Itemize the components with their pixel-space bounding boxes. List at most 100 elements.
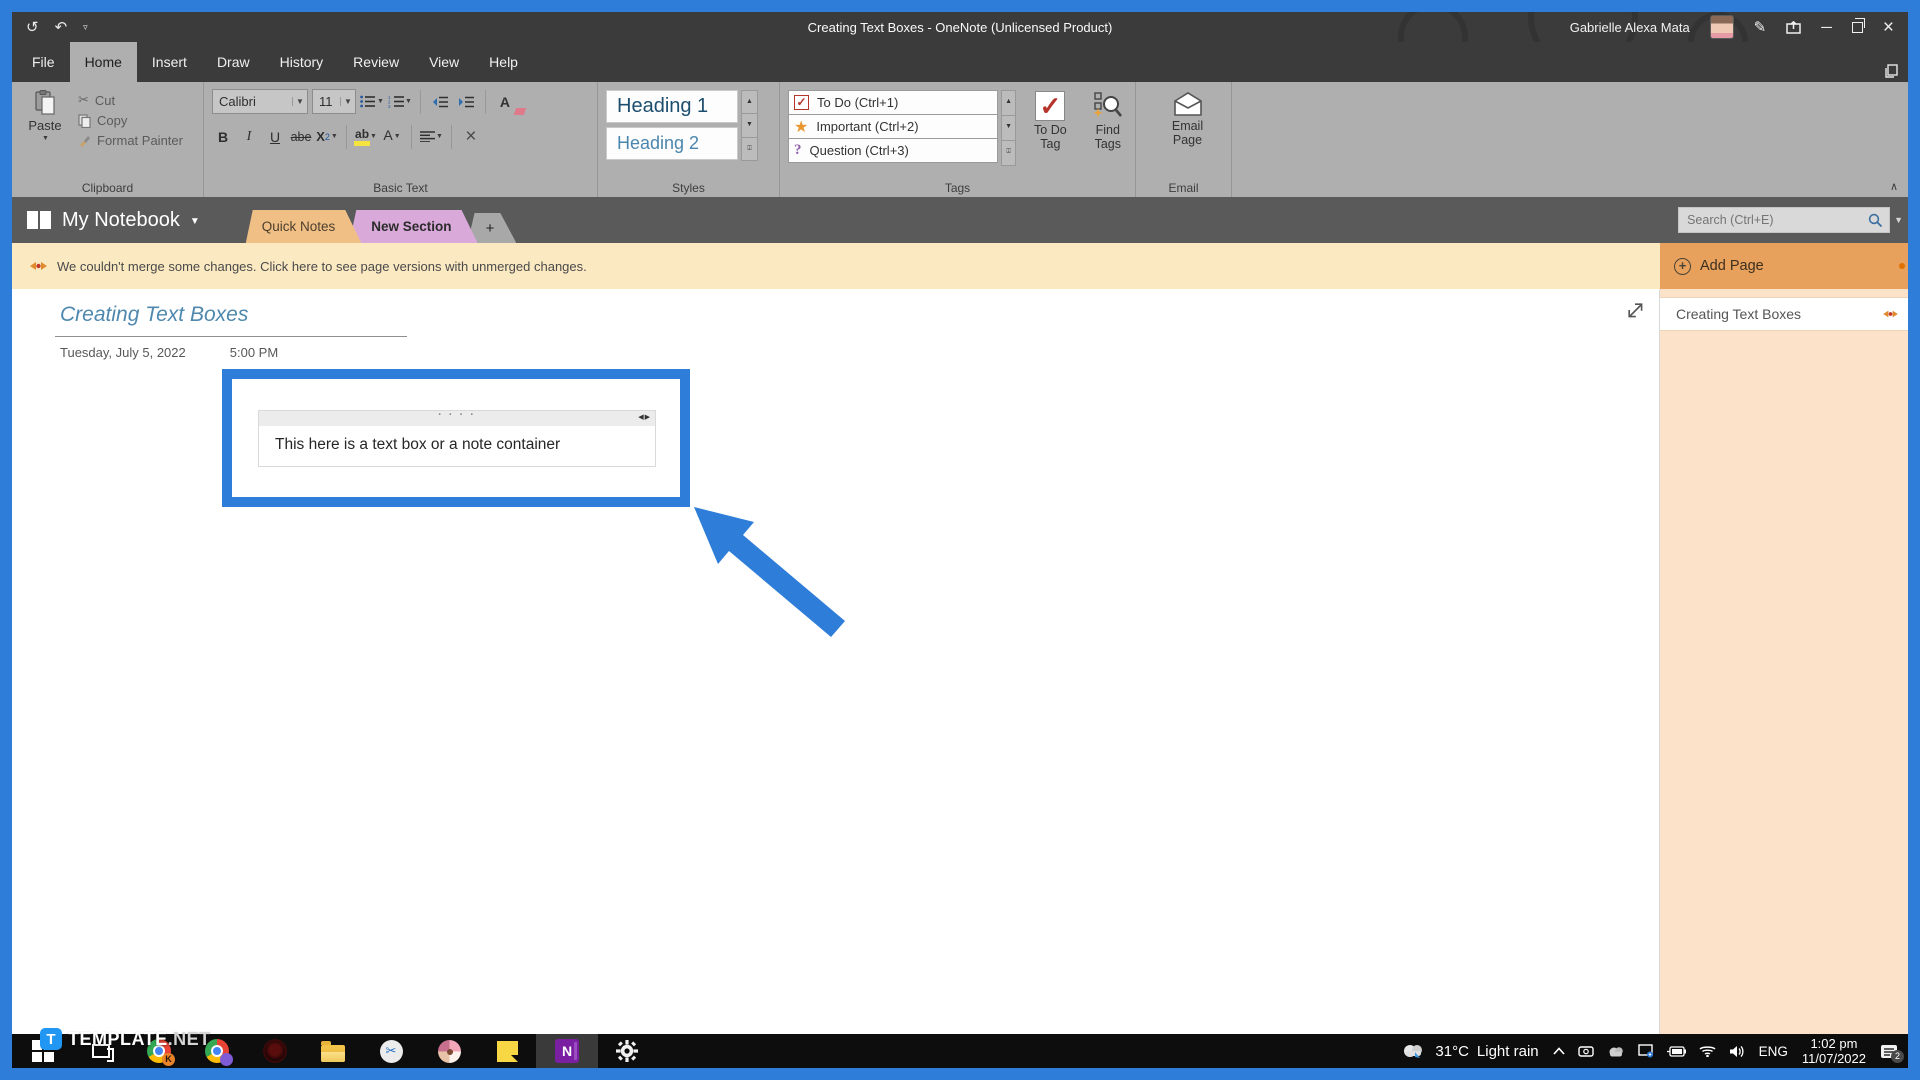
pages-icon[interactable] (1884, 64, 1898, 78)
note-text[interactable]: This here is a text box or a note contai… (259, 426, 655, 454)
tab-review[interactable]: Review (338, 42, 414, 82)
separator (419, 89, 421, 114)
onedrive-icon[interactable] (1607, 1045, 1625, 1057)
copy-button[interactable]: Copy (78, 113, 183, 128)
increase-indent-button[interactable] (455, 90, 477, 114)
note-container-header[interactable]: · · · · ◀▶ (259, 409, 655, 426)
tag-important[interactable]: ★ Important (Ctrl+2) (788, 114, 998, 139)
display-connect-icon[interactable] (1637, 1044, 1654, 1058)
format-painter-button[interactable]: Format Painter (78, 133, 183, 148)
page-time: 5:00 PM (229, 345, 279, 360)
share-window-icon[interactable] (1786, 20, 1801, 34)
add-page-button[interactable]: + Add Page (1660, 243, 1908, 289)
paragraph-alignment-button[interactable]: ▼ (420, 125, 443, 149)
cut-button[interactable]: ✂ Cut (78, 92, 183, 108)
tag-question[interactable]: ? Question (Ctrl+3) (788, 138, 998, 163)
tab-draw[interactable]: Draw (202, 42, 265, 82)
section-tab-new-section[interactable]: New Section (349, 210, 477, 243)
svg-text:3: 3 (388, 104, 391, 108)
font-family-select[interactable]: Calibri ▼ (212, 89, 308, 114)
page-title[interactable]: Creating Text Boxes (60, 303, 248, 327)
notebook-selector[interactable]: My Notebook ▼ (12, 209, 200, 232)
search-box[interactable] (1678, 207, 1891, 233)
taskbar-app-sticky-notes[interactable] (478, 1034, 536, 1068)
note-container[interactable]: · · · · ◀▶ This here is a text box or a … (258, 409, 656, 467)
pen-icon[interactable]: ✎ (1754, 20, 1767, 35)
volume-icon[interactable] (1729, 1045, 1745, 1058)
underline-button[interactable]: U (264, 125, 286, 149)
numbered-list-button[interactable]: 123 ▼ (388, 90, 412, 114)
undo-icon[interactable]: ↶ (55, 18, 68, 36)
separator (450, 124, 452, 149)
paste-dropdown-icon[interactable]: ▼ (42, 135, 49, 142)
restore-button[interactable] (1851, 17, 1865, 33)
section-tab-quick-notes[interactable]: Quick Notes (246, 210, 362, 243)
screen-record-icon[interactable] (1577, 1045, 1594, 1058)
style-heading2[interactable]: Heading 2 (606, 127, 738, 160)
group-label-styles: Styles (672, 181, 705, 195)
taskbar-app-paint[interactable] (420, 1034, 478, 1068)
subscript-button[interactable]: X 2 ▼ (316, 125, 338, 149)
email-page-button[interactable]: Email Page (1162, 90, 1214, 177)
highlight-button[interactable]: ab ▼ (354, 125, 377, 149)
tab-file[interactable]: File (12, 42, 70, 82)
full-page-view-icon[interactable] (1626, 301, 1645, 320)
tab-insert[interactable]: Insert (137, 42, 202, 82)
browser-badge-purple (220, 1053, 233, 1066)
avatar[interactable] (1709, 15, 1734, 39)
taskbar-app-file-explorer[interactable] (304, 1034, 362, 1068)
page-list-item[interactable]: Creating Text Boxes (1660, 297, 1908, 331)
close-button[interactable]: × (1883, 18, 1894, 37)
weather-temp: 31°C (1435, 1042, 1469, 1060)
tray-expand-icon[interactable] (1553, 1047, 1565, 1055)
merge-warning-banner[interactable]: We couldn't merge some changes. Click he… (12, 243, 1660, 289)
paste-button[interactable]: Paste ▼ (22, 90, 68, 177)
styles-scroll-up[interactable]: ▲ (741, 90, 758, 115)
page-canvas[interactable]: Creating Text Boxes Tuesday, July 5, 202… (12, 289, 1660, 1034)
decrease-indent-button[interactable] (429, 90, 451, 114)
annotation-arrow (694, 507, 845, 637)
tab-home[interactable]: Home (69, 42, 137, 82)
tab-help[interactable]: Help (474, 42, 533, 82)
language-indicator[interactable]: ENG (1759, 1044, 1788, 1059)
battery-icon[interactable] (1666, 1045, 1686, 1057)
group-email: Email Page Email (1136, 82, 1232, 197)
action-center-button[interactable]: 2 (1880, 1044, 1904, 1063)
search-scope-dropdown-icon[interactable]: ▼ (1894, 215, 1903, 225)
wifi-icon[interactable] (1699, 1045, 1716, 1057)
strikethrough-button[interactable]: abe (290, 125, 312, 149)
taskbar-app-settings[interactable] (598, 1034, 656, 1068)
tag-todo[interactable]: ✓ To Do (Ctrl+1) (788, 90, 998, 115)
taskbar-app-snipping-tool[interactable]: ✂ (362, 1034, 420, 1068)
style-heading1[interactable]: Heading 1 (606, 90, 738, 123)
user-name[interactable]: Gabrielle Alexa Mata (1570, 20, 1690, 35)
tags-more-button[interactable]: ⍗ (1001, 140, 1017, 166)
tab-view[interactable]: View (414, 42, 474, 82)
weather-widget[interactable]: 31°C Light rain (1401, 1042, 1539, 1060)
bullet-list-button[interactable]: ▼ (360, 90, 384, 114)
back-icon[interactable]: ↺ (26, 18, 39, 36)
collapse-ribbon-icon[interactable]: ∧ (1890, 180, 1898, 193)
resize-handle-icon[interactable]: ◀▶ (638, 413, 651, 421)
drag-handle-icon[interactable]: · · · · (259, 409, 655, 421)
clock[interactable]: 1:02 pm 11/07/2022 (1802, 1036, 1866, 1066)
clear-formatting-button[interactable]: A (494, 90, 527, 115)
taskbar-app-media[interactable] (246, 1034, 304, 1068)
bold-button[interactable]: B (212, 125, 234, 149)
italic-button[interactable]: I (238, 125, 260, 149)
styles-more-button[interactable]: ⍗ (741, 136, 758, 161)
search-input[interactable] (1679, 213, 1869, 227)
tags-scroll-down[interactable]: ▼ (1001, 115, 1017, 141)
find-tags-button[interactable]: Find Tags (1085, 90, 1131, 177)
tab-history[interactable]: History (265, 42, 339, 82)
tags-scroll-up[interactable]: ▲ (1001, 90, 1017, 116)
minimize-button[interactable]: ─ (1821, 20, 1832, 35)
quick-access-dropdown-icon[interactable]: ▿ (83, 22, 88, 33)
delete-button[interactable]: × (460, 125, 482, 149)
taskbar-app-onenote[interactable]: N (536, 1034, 598, 1068)
styles-scroll-down[interactable]: ▼ (741, 113, 758, 138)
search-icon[interactable] (1868, 213, 1883, 228)
font-size-select[interactable]: 11 ▼ (312, 89, 356, 114)
font-color-button[interactable]: A ▼ (381, 125, 403, 149)
todo-tag-button[interactable]: ✓ To Do Tag (1027, 90, 1073, 177)
